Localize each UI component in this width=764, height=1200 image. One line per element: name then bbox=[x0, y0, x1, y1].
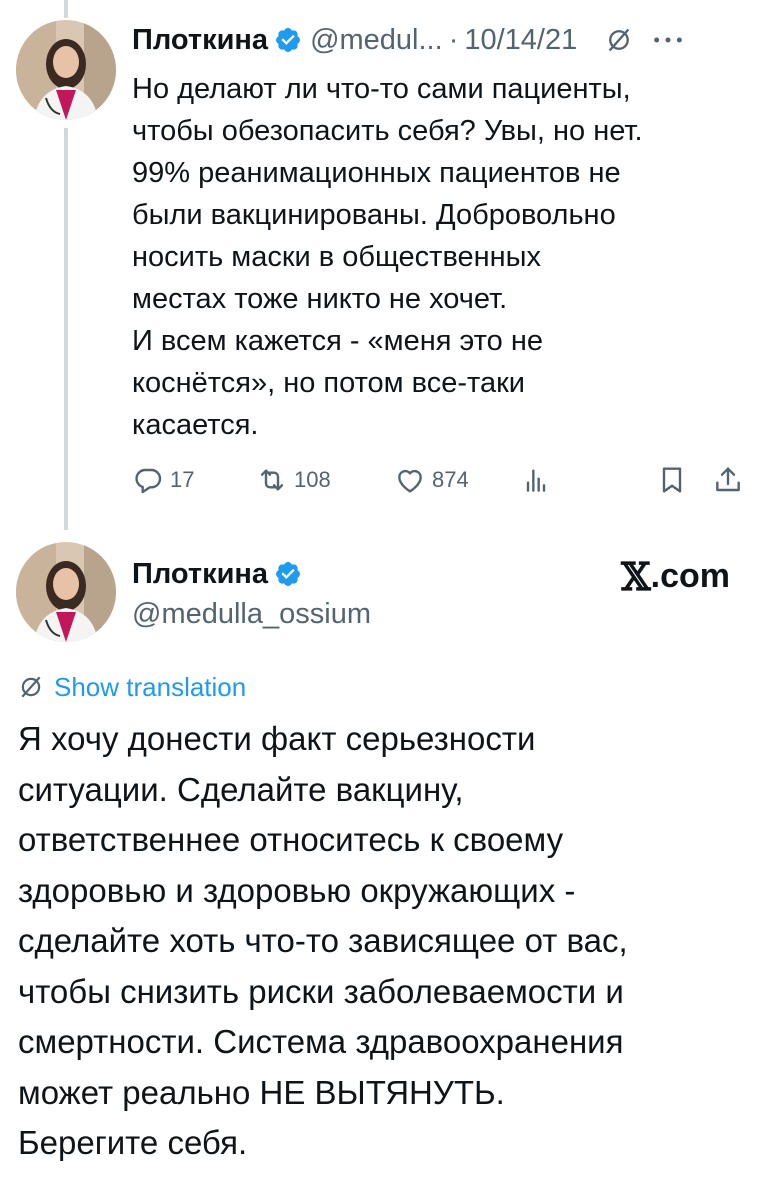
reply-icon bbox=[135, 468, 162, 494]
tweet-text-line: были вакцинированы. Добровольно bbox=[132, 199, 616, 231]
like-icon bbox=[398, 469, 422, 493]
separator-dot: · bbox=[448, 23, 459, 56]
tweet-text: Я хочу донести факт серьезности ситуации… bbox=[18, 714, 748, 1169]
views-button[interactable] bbox=[520, 458, 558, 502]
tweet-text-line: И всем кажется - «меня это не bbox=[132, 325, 543, 357]
tweet-screenshot: Плоткина @medul... · 10/14/21 Но делают … bbox=[0, 0, 764, 1200]
author-handle[interactable]: @medul... bbox=[310, 24, 443, 57]
thread-line bbox=[64, 128, 68, 530]
grok-icon[interactable] bbox=[605, 26, 633, 54]
tweet-text-line: может реально НЕ ВЫТЯНУТЬ. bbox=[18, 1073, 505, 1111]
author-handle[interactable]: @medulla_ossium bbox=[132, 598, 371, 631]
avatar-photo bbox=[16, 20, 116, 120]
tweet-text-line: ситуации. Сделайте вакцину, bbox=[18, 770, 464, 808]
show-translation-label: Show translation bbox=[54, 671, 247, 702]
tweet-actions: 17 108 874 bbox=[132, 458, 748, 502]
avatar[interactable] bbox=[16, 542, 116, 642]
verified-badge-icon bbox=[274, 26, 302, 54]
author-name[interactable]: Плоткина bbox=[132, 24, 268, 57]
tweet-header: Плоткина @medul... · 10/14/21 bbox=[132, 20, 685, 60]
more-icon[interactable] bbox=[651, 26, 685, 54]
show-translation-link[interactable]: Show translation bbox=[18, 670, 246, 704]
tweet-text-line: коснётся», но потом все-таки bbox=[132, 367, 526, 399]
tweet-text-line: касается. bbox=[132, 409, 259, 441]
views-icon bbox=[526, 469, 546, 492]
share-icon bbox=[716, 467, 740, 492]
like-button[interactable]: 874 bbox=[394, 458, 469, 502]
tweet-text-line: местах тоже никто не хочет. bbox=[132, 283, 508, 315]
tweet-text: Но делают ли что-то сами пациенты, чтобы… bbox=[132, 68, 742, 446]
repost-count: 108 bbox=[294, 467, 331, 492]
bookmark-button[interactable] bbox=[656, 458, 694, 502]
tweet-text-line: Но делают ли что-то сами пациенты, bbox=[132, 73, 631, 105]
author-name-row: Плоткина bbox=[132, 552, 310, 596]
reply-button[interactable]: 17 bbox=[132, 458, 194, 502]
thread-line-top bbox=[64, 0, 68, 18]
tweet-text-line: носить маски в общественных bbox=[132, 241, 542, 273]
verified-badge-icon bbox=[274, 560, 302, 588]
grok-icon bbox=[21, 676, 41, 698]
x-logo-icon: 𝕏 bbox=[621, 554, 651, 599]
avatar-photo bbox=[16, 542, 116, 642]
like-count: 874 bbox=[432, 467, 469, 492]
tweet-text-line: здоровью и здоровью окружающих - bbox=[18, 871, 576, 909]
tweet-text-line: сделайте хоть что-то зависящее от вас, bbox=[18, 922, 628, 959]
tweet-date[interactable]: 10/14/21 bbox=[464, 24, 577, 57]
bookmark-icon bbox=[662, 467, 682, 493]
repost-icon bbox=[260, 469, 284, 491]
repost-button[interactable]: 108 bbox=[256, 458, 331, 502]
tweet-text-line: Я хочу донести факт серьезности bbox=[18, 720, 536, 757]
share-button[interactable] bbox=[712, 458, 750, 502]
x-logo: 𝕏 .com bbox=[621, 554, 730, 599]
reply-count: 17 bbox=[170, 467, 195, 492]
tweet-text-line: смертности. Система здравоохранения bbox=[18, 1023, 624, 1060]
tweet-text-line: ответственнее относитесь к своему bbox=[18, 821, 564, 858]
author-name[interactable]: Плоткина bbox=[132, 558, 268, 591]
tweet-text-line: чтобы обезопасить себя? Увы, но нет. bbox=[132, 115, 643, 147]
tweet-text-line: 99% реанимационных пациентов не bbox=[132, 157, 621, 189]
avatar[interactable] bbox=[16, 20, 116, 120]
tweet-text-line: Берегите себя. bbox=[18, 1124, 248, 1161]
tweet-text-line: чтобы снизить риски заболеваемости и bbox=[18, 972, 624, 1010]
x-logo-text: .com bbox=[650, 557, 730, 595]
